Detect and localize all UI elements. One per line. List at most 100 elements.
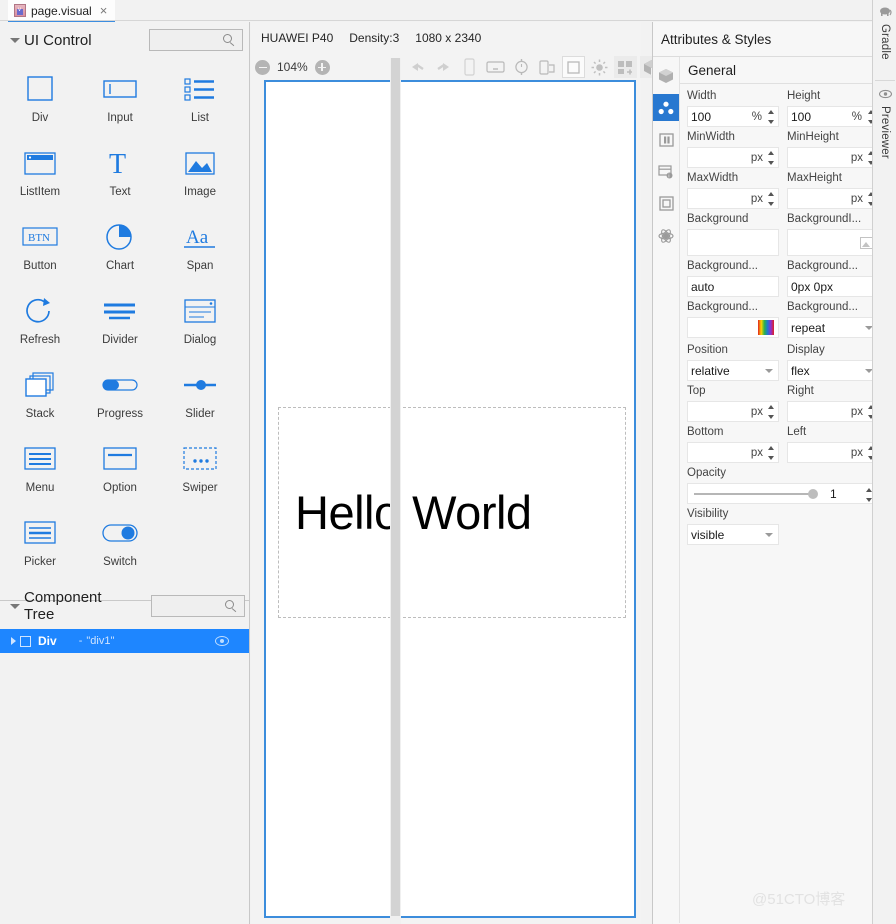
attributes-icon[interactable] xyxy=(653,94,679,121)
property-row: MinWidth px MinHeight px xyxy=(687,131,879,168)
palette-item-divider[interactable]: Divider xyxy=(80,286,160,360)
palette-item-slider[interactable]: Slider xyxy=(160,360,240,434)
tree-row-checkbox[interactable] xyxy=(20,635,31,647)
background-color-input[interactable] xyxy=(687,317,779,338)
chevron-down-icon[interactable] xyxy=(6,597,24,615)
chevron-down-icon[interactable] xyxy=(765,532,773,537)
chevron-right-icon[interactable] xyxy=(6,637,20,645)
left-input[interactable]: px xyxy=(787,442,879,463)
canvas-vertical-scrollbar[interactable] xyxy=(390,58,401,924)
display-select[interactable]: flex xyxy=(787,360,879,381)
editor-tab-strip: page.visual × xyxy=(0,0,896,23)
property-background-size: Background... auto xyxy=(687,260,779,297)
design-canvas-area: HUAWEI P40 Density:3 1080 x 2340 104% He… xyxy=(251,22,663,924)
device-preview-frame[interactable]: Hello World xyxy=(264,80,636,918)
tree-row-div[interactable]: Div - "div1" xyxy=(0,629,249,653)
height-input[interactable]: 100 % xyxy=(787,106,879,127)
listitem-icon xyxy=(22,146,58,180)
field-label: Width xyxy=(687,90,717,102)
palette-item-chart[interactable]: Chart xyxy=(80,212,160,286)
palette-item-div[interactable]: Div xyxy=(0,64,80,138)
stepper-icon[interactable] xyxy=(767,150,776,166)
field-value: flex xyxy=(791,363,810,378)
visibility-select[interactable]: visible xyxy=(687,524,779,545)
palette-item-empty xyxy=(160,508,240,582)
background-repeat-select[interactable]: repeat xyxy=(787,317,879,338)
palette-item-dialog[interactable]: Dialog xyxy=(160,286,240,360)
tv-device-icon[interactable] xyxy=(484,56,507,78)
slider-track[interactable] xyxy=(694,488,818,499)
div-component-bounds[interactable]: Hello World xyxy=(278,407,626,618)
cube-icon[interactable] xyxy=(653,62,679,89)
stepper-icon[interactable] xyxy=(767,191,776,207)
events-icon[interactable]: i xyxy=(653,158,679,185)
width-input[interactable]: 100 % xyxy=(687,106,779,127)
square-device-icon[interactable] xyxy=(562,56,585,78)
stepper-icon[interactable] xyxy=(767,445,776,461)
palette-item-stack[interactable]: Stack xyxy=(0,360,80,434)
color-picker-icon[interactable] xyxy=(758,320,774,335)
chevron-down-icon[interactable] xyxy=(6,31,24,49)
layout-direction-icon[interactable] xyxy=(614,56,637,78)
slider-knob[interactable] xyxy=(808,488,818,499)
opacity-slider[interactable]: 1 xyxy=(687,483,879,504)
watch-device-icon[interactable] xyxy=(510,56,533,78)
background-size-input[interactable]: auto xyxy=(687,276,779,297)
palette-item-option[interactable]: Option xyxy=(80,434,160,508)
phone-device-icon[interactable] xyxy=(458,56,481,78)
palette-item-button[interactable]: BTN Button xyxy=(0,212,80,286)
minheight-input[interactable]: px xyxy=(787,147,879,168)
zoom-out-button[interactable] xyxy=(255,59,270,75)
chevron-down-icon[interactable] xyxy=(765,368,773,373)
palette-item-list[interactable]: List xyxy=(160,64,240,138)
right-input[interactable]: px xyxy=(787,401,879,422)
palette-item-refresh[interactable]: Refresh xyxy=(0,286,80,360)
palette-label: Option xyxy=(103,482,137,494)
box-model-icon[interactable] xyxy=(653,190,679,217)
palette-item-listitem[interactable]: ListItem xyxy=(0,138,80,212)
top-input[interactable]: px xyxy=(687,401,779,422)
palette-item-image[interactable]: Image xyxy=(160,138,240,212)
maxwidth-input[interactable]: px xyxy=(687,188,779,209)
zoom-in-button[interactable] xyxy=(314,59,330,75)
background-input[interactable] xyxy=(687,229,779,256)
button-icon: BTN xyxy=(21,220,59,254)
palette-item-swiper[interactable]: Swiper xyxy=(160,434,240,508)
search-icon xyxy=(225,600,238,613)
palette-item-picker[interactable]: Picker xyxy=(0,508,80,582)
position-select[interactable]: relative xyxy=(687,360,779,381)
component-tree-search-input[interactable] xyxy=(151,595,245,617)
close-icon[interactable]: × xyxy=(100,4,108,17)
tool-tab-previewer[interactable]: Previewer xyxy=(873,88,896,159)
ui-control-search-input[interactable] xyxy=(149,29,243,51)
background-position-input[interactable]: 0px 0px xyxy=(787,276,879,297)
palette-item-text[interactable]: T Text xyxy=(80,138,160,212)
right-tool-window-bar: Gradle Previewer xyxy=(872,0,896,924)
undo-icon[interactable] xyxy=(406,56,429,78)
palette-item-input[interactable]: Input xyxy=(80,64,160,138)
background-image-input[interactable] xyxy=(787,229,879,256)
animation-icon[interactable] xyxy=(653,222,679,249)
palette-row: Menu Option Swiper xyxy=(0,434,249,508)
foldable-device-icon[interactable] xyxy=(536,56,559,78)
brightness-icon[interactable] xyxy=(588,56,611,78)
palette-label: Dialog xyxy=(183,334,217,346)
palette-label: Div xyxy=(31,112,49,124)
redo-icon[interactable] xyxy=(432,56,455,78)
bottom-input[interactable]: px xyxy=(687,442,779,463)
scrollbar-thumb[interactable] xyxy=(391,58,400,916)
palette-item-menu[interactable]: Menu xyxy=(0,434,80,508)
tool-tab-gradle[interactable]: Gradle xyxy=(873,6,896,60)
stepper-icon[interactable] xyxy=(767,109,776,125)
minwidth-input[interactable]: px xyxy=(687,147,779,168)
field-unit: px xyxy=(750,405,763,418)
attributes-panel-body: i General Width 100 % Height 100 % MinWi… xyxy=(653,57,886,923)
palette-item-span[interactable]: Aa Span xyxy=(160,212,240,286)
maxheight-input[interactable]: px xyxy=(787,188,879,209)
layout-icon[interactable] xyxy=(653,126,679,153)
span-icon: Aa xyxy=(182,220,218,254)
stepper-icon[interactable] xyxy=(767,404,776,420)
palette-item-switch[interactable]: Switch xyxy=(80,508,160,582)
palette-item-progress[interactable]: Progress xyxy=(80,360,160,434)
eye-icon[interactable] xyxy=(215,636,229,646)
